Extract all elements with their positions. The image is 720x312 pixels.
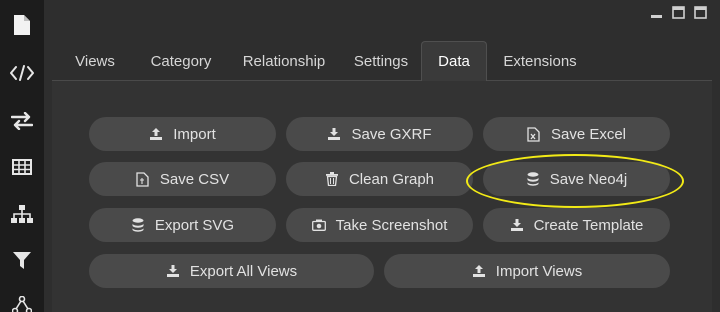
sidebar-item-filter[interactable]: [0, 244, 44, 278]
close-button[interactable]: [693, 6, 708, 24]
clean-graph-button[interactable]: Clean Graph: [286, 162, 473, 196]
save-gxrf-button[interactable]: Save GXRF: [286, 117, 473, 151]
import-button-label: Import: [173, 125, 216, 143]
csv-file-icon: [136, 171, 150, 187]
tab-views[interactable]: Views: [56, 41, 134, 81]
take-screenshot-button-label: Take Screenshot: [335, 216, 448, 234]
take-screenshot-button[interactable]: Take Screenshot: [286, 208, 473, 242]
export-all-views-button-label: Export All Views: [189, 262, 298, 280]
download-icon: [510, 218, 524, 232]
sidebar-item-network[interactable]: [0, 288, 44, 312]
save-excel-button-label: Save Excel: [550, 125, 627, 143]
clean-graph-button-label: Clean Graph: [348, 170, 435, 188]
tab-bar: Views Category Relationship Settings Dat…: [52, 41, 712, 82]
camera-icon: [311, 218, 326, 232]
tab-category[interactable]: Category: [134, 41, 228, 81]
sidebar-item-table[interactable]: [0, 150, 44, 184]
export-svg-button[interactable]: Export SVG: [89, 208, 276, 242]
left-toolbar: [0, 0, 44, 312]
window-controls: [649, 6, 708, 24]
import-button[interactable]: Import: [89, 117, 276, 151]
tab-extensions[interactable]: Extensions: [492, 41, 588, 81]
sidebar-item-file[interactable]: [0, 8, 44, 42]
upload-icon: [149, 127, 163, 141]
hierarchy-icon: [11, 205, 33, 223]
sidebar-item-transfer[interactable]: [0, 104, 44, 138]
filter-icon: [13, 252, 31, 270]
network-icon: [12, 296, 32, 312]
tab-relationship[interactable]: Relationship: [228, 41, 340, 81]
download-icon: [327, 127, 341, 141]
minimize-icon: [650, 6, 663, 24]
file-icon: [13, 14, 31, 36]
save-excel-button[interactable]: Save Excel: [483, 117, 670, 151]
save-csv-button[interactable]: Save CSV: [89, 162, 276, 196]
trash-icon: [325, 172, 339, 186]
tab-data[interactable]: Data: [421, 41, 487, 82]
create-template-button-label: Create Template: [533, 216, 644, 234]
transfer-arrows-icon: [11, 112, 33, 130]
upload-icon: [472, 264, 486, 278]
save-neo4j-button[interactable]: Save Neo4j: [483, 162, 670, 196]
create-template-button[interactable]: Create Template: [483, 208, 670, 242]
tab-settings[interactable]: Settings: [340, 41, 422, 81]
export-svg-button-label: Export SVG: [154, 216, 235, 234]
maximize-button[interactable]: [671, 6, 686, 24]
export-all-views-button[interactable]: Export All Views: [89, 254, 374, 288]
sidebar-item-code[interactable]: [0, 56, 44, 90]
maximize-icon: [672, 6, 685, 24]
close-icon: [694, 6, 707, 24]
import-views-button[interactable]: Import Views: [384, 254, 670, 288]
save-neo4j-button-label: Save Neo4j: [549, 170, 628, 188]
save-csv-button-label: Save CSV: [159, 170, 230, 188]
database-icon: [131, 218, 145, 232]
import-views-button-label: Import Views: [495, 262, 583, 280]
table-icon: [12, 159, 32, 175]
database-icon: [526, 172, 540, 186]
download-icon: [166, 264, 180, 278]
sidebar-item-hierarchy[interactable]: [0, 197, 44, 231]
save-gxrf-button-label: Save GXRF: [351, 125, 432, 143]
minimize-button[interactable]: [649, 8, 664, 22]
code-icon: [10, 65, 34, 81]
excel-file-icon: [527, 126, 541, 142]
